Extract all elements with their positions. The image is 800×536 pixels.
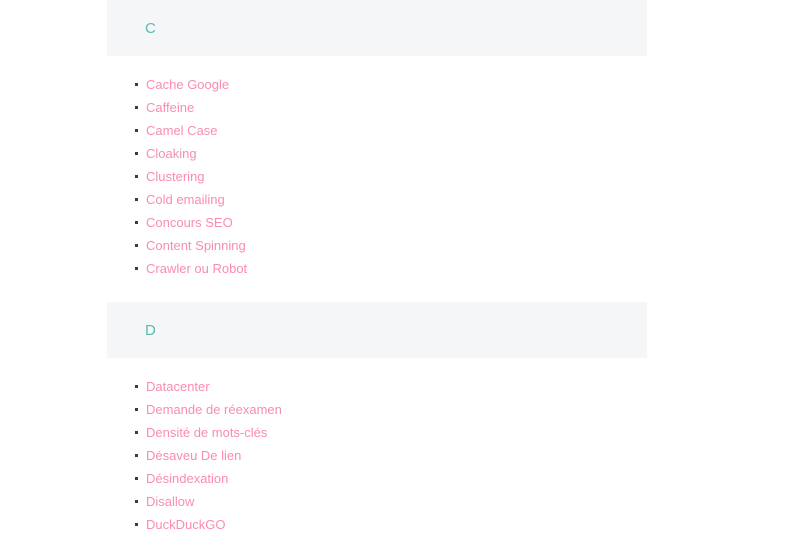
term-link[interactable]: Désindexation	[146, 471, 228, 486]
term-link[interactable]: Datacenter	[146, 379, 210, 394]
term-link[interactable]: Disallow	[146, 494, 194, 509]
bullet-icon	[135, 152, 138, 155]
term-link[interactable]: Clustering	[146, 169, 205, 184]
term-link[interactable]: Camel Case	[146, 123, 218, 138]
list-item: Camel Case	[0, 119, 800, 142]
list-item: Crawler ou Robot	[0, 257, 800, 280]
bullet-icon	[135, 106, 138, 109]
glossary-index: C Cache Google Caffeine Camel Case Cloak…	[0, 0, 800, 532]
list-spacer-d-top	[0, 358, 800, 375]
bullet-icon	[135, 244, 138, 247]
bullet-icon	[135, 477, 138, 480]
bullet-icon	[135, 83, 138, 86]
bullet-icon	[135, 454, 138, 457]
term-link[interactable]: Désaveu De lien	[146, 448, 241, 463]
glossary-section-d: D Datacenter Demande de réexamen Densité…	[0, 302, 800, 536]
list-item: Concours SEO	[0, 211, 800, 234]
term-link[interactable]: Cloaking	[146, 146, 197, 161]
term-link[interactable]: Concours SEO	[146, 215, 233, 230]
letter-band-c: C	[107, 0, 647, 56]
bullet-icon	[135, 129, 138, 132]
list-spacer-c-bottom	[0, 280, 800, 302]
bullet-icon	[135, 175, 138, 178]
list-item: Cold emailing	[0, 188, 800, 211]
list-item: Disallow	[0, 490, 800, 513]
term-link[interactable]: Cache Google	[146, 77, 229, 92]
term-link[interactable]: Crawler ou Robot	[146, 261, 247, 276]
term-link[interactable]: Densité de mots-clés	[146, 425, 267, 440]
bullet-icon	[135, 267, 138, 270]
list-item: Désaveu De lien	[0, 444, 800, 467]
list-item: Cache Google	[0, 73, 800, 96]
list-item: DuckDuckGO	[0, 513, 800, 536]
term-link[interactable]: Content Spinning	[146, 238, 246, 253]
bullet-icon	[135, 221, 138, 224]
glossary-section-c: C Cache Google Caffeine Camel Case Cloak…	[0, 0, 800, 302]
bullet-icon	[135, 500, 138, 503]
list-item: Clustering	[0, 165, 800, 188]
list-item: Content Spinning	[0, 234, 800, 257]
letter-heading-c: C	[145, 19, 157, 37]
bullet-icon	[135, 198, 138, 201]
list-item: Demande de réexamen	[0, 398, 800, 421]
term-link[interactable]: Cold emailing	[146, 192, 225, 207]
term-list-d: Datacenter Demande de réexamen Densité d…	[0, 375, 800, 536]
bullet-icon	[135, 385, 138, 388]
letter-band-d: D	[107, 302, 647, 358]
term-list-c: Cache Google Caffeine Camel Case Cloakin…	[0, 73, 800, 280]
list-item: Caffeine	[0, 96, 800, 119]
bullet-icon	[135, 408, 138, 411]
bullet-icon	[135, 431, 138, 434]
list-item: Cloaking	[0, 142, 800, 165]
list-item: Densité de mots-clés	[0, 421, 800, 444]
letter-heading-d: D	[145, 321, 157, 339]
bullet-icon	[135, 523, 138, 526]
list-item: Datacenter	[0, 375, 800, 398]
list-spacer-c-top	[0, 56, 800, 73]
term-link[interactable]: Caffeine	[146, 100, 194, 115]
term-link[interactable]: Demande de réexamen	[146, 402, 282, 417]
list-item: Désindexation	[0, 467, 800, 490]
